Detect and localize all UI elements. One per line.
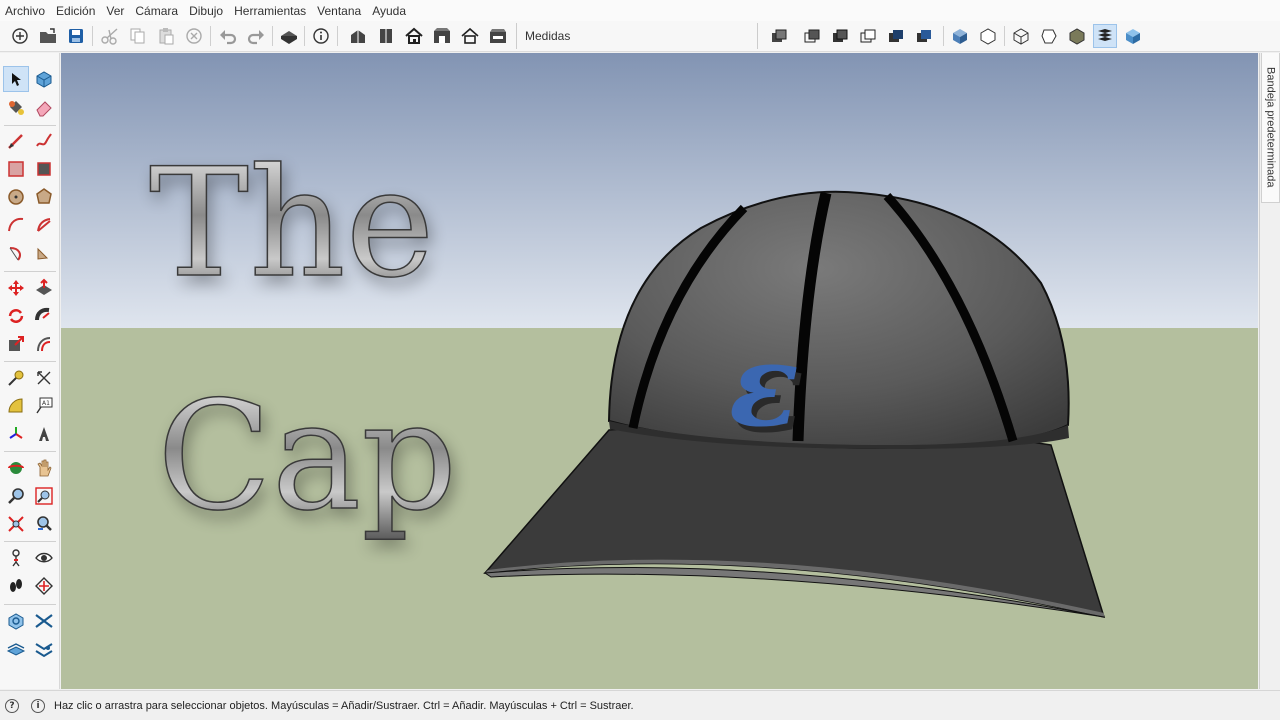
text-tool-icon[interactable]: A1 — [31, 393, 57, 419]
component-tool-icon[interactable] — [31, 66, 57, 92]
menu-camara[interactable]: Cámara — [135, 4, 178, 18]
back-view-icon[interactable] — [458, 24, 482, 48]
orbit-tool-icon[interactable] — [3, 455, 29, 481]
scene-canvas[interactable]: The Cap The Cap ε ε — [61, 53, 1258, 689]
main-toolbar: Medidas — [0, 21, 1280, 52]
arc-2pt-icon[interactable] — [31, 240, 57, 266]
stamp-tool-icon[interactable] — [31, 636, 57, 662]
protractor-icon[interactable] — [3, 393, 29, 419]
right-view-icon[interactable] — [430, 24, 454, 48]
status-bar: ? i Haz clic o arrastra para seleccionar… — [0, 690, 1280, 720]
line-tool-icon[interactable] — [3, 128, 29, 154]
look-around-icon[interactable] — [31, 545, 57, 571]
title-line2: Cap — [157, 370, 457, 544]
info-icon[interactable]: i — [31, 698, 45, 713]
section-plane-icon[interactable] — [31, 573, 57, 599]
axes-tool-icon[interactable] — [3, 421, 29, 447]
model-viewport[interactable]: The Cap The Cap ε ε — [61, 53, 1258, 689]
wireframe-icon[interactable] — [828, 24, 852, 48]
tray-label: Bandeja predeterminada — [1264, 67, 1277, 188]
polygon-tool-icon[interactable] — [31, 184, 57, 210]
eraser-icon[interactable] — [31, 94, 57, 120]
geolocation-icon[interactable]: ? — [5, 698, 19, 713]
cut-icon[interactable] — [98, 24, 122, 48]
xray-mode-icon[interactable] — [1121, 24, 1145, 48]
rectangle-tool-icon[interactable] — [3, 156, 29, 182]
3d-text-icon[interactable] — [31, 421, 57, 447]
menu-edicion[interactable]: Edición — [56, 4, 95, 18]
open-file-icon[interactable] — [36, 24, 60, 48]
paint-bucket-icon[interactable] — [3, 94, 29, 120]
tray-tab[interactable]: Bandeja predeterminada — [1261, 53, 1280, 203]
zoom-tool-icon[interactable] — [3, 483, 29, 509]
dimension-tool-icon[interactable] — [31, 365, 57, 391]
menu-ayuda[interactable]: Ayuda — [372, 4, 406, 18]
pie-tool-icon[interactable] — [31, 212, 57, 238]
styles-icon[interactable] — [1093, 24, 1117, 48]
rotated-rectangle-icon[interactable] — [31, 156, 57, 182]
freehand-tool-icon[interactable] — [31, 128, 57, 154]
shaded-icon[interactable] — [884, 24, 908, 48]
measurements-box[interactable]: Medidas — [516, 23, 758, 49]
circle-tool-icon[interactable] — [3, 184, 29, 210]
title-line1: The — [149, 137, 434, 311]
menu-dibujo[interactable]: Dibujo — [189, 4, 223, 18]
position-camera-icon[interactable] — [3, 545, 29, 571]
arc-3pt-icon[interactable] — [3, 240, 29, 266]
zoom-extents-icon[interactable] — [3, 511, 29, 537]
pan-tool-icon[interactable] — [31, 455, 57, 481]
monochrome-icon[interactable] — [948, 24, 972, 48]
top-view-icon[interactable] — [374, 24, 398, 48]
back-edges-icon[interactable] — [800, 24, 824, 48]
new-file-icon[interactable] — [8, 24, 32, 48]
copy-icon[interactable] — [126, 24, 150, 48]
scale-tool-icon[interactable] — [3, 331, 29, 357]
print-icon[interactable] — [277, 24, 301, 48]
hidden-line-icon[interactable] — [856, 24, 880, 48]
svg-text:A1: A1 — [42, 400, 50, 407]
offset-tool-icon[interactable] — [31, 331, 57, 357]
cap-logo: ε — [729, 318, 799, 453]
select-tool-icon[interactable] — [3, 66, 29, 92]
menu-ver[interactable]: Ver — [106, 4, 124, 18]
rotate-tool-icon[interactable] — [3, 303, 29, 329]
menu-archivo[interactable]: Archivo — [5, 4, 45, 18]
undo-icon[interactable] — [216, 24, 240, 48]
follow-me-icon[interactable] — [31, 303, 57, 329]
push-pull-icon[interactable] — [31, 275, 57, 301]
menu-herramientas[interactable]: Herramientas — [234, 4, 306, 18]
tools-toolbar: A1 — [0, 53, 60, 689]
redo-icon[interactable] — [244, 24, 268, 48]
section-planes-icon[interactable] — [1065, 24, 1089, 48]
status-message: Haz clic o arrastra para seleccionar obj… — [54, 699, 634, 712]
left-view-icon[interactable] — [486, 24, 510, 48]
default-tray: Bandeja predeterminada — [1259, 53, 1280, 689]
front-view-icon[interactable] — [402, 24, 426, 48]
arc-tool-icon[interactable] — [3, 212, 29, 238]
smoove-tool-icon[interactable] — [3, 636, 29, 662]
previous-view-icon[interactable] — [31, 511, 57, 537]
menu-bar: Archivo Edición Ver Cámara Dibujo Herram… — [0, 0, 1280, 21]
xray-icon[interactable] — [767, 24, 791, 48]
sandbox-contours-icon[interactable] — [3, 608, 29, 634]
save-icon[interactable] — [64, 24, 88, 48]
iso-view-icon[interactable] — [346, 24, 370, 48]
menu-ventana[interactable]: Ventana — [317, 4, 361, 18]
move-tool-icon[interactable] — [3, 275, 29, 301]
sandbox-scratch-icon[interactable] — [31, 608, 57, 634]
tape-measure-icon[interactable] — [3, 365, 29, 391]
erase-selection-icon[interactable] — [182, 24, 206, 48]
shaded-textures-icon[interactable] — [912, 24, 936, 48]
measurements-label: Medidas — [525, 29, 571, 43]
model-info-icon[interactable] — [309, 24, 333, 48]
sections-icon[interactable] — [976, 24, 1000, 48]
walk-tool-icon[interactable] — [3, 573, 29, 599]
paste-icon[interactable] — [154, 24, 178, 48]
zoom-window-icon[interactable] — [31, 483, 57, 509]
section-fill-icon[interactable] — [1037, 24, 1061, 48]
section-cut-icon[interactable] — [1009, 24, 1033, 48]
